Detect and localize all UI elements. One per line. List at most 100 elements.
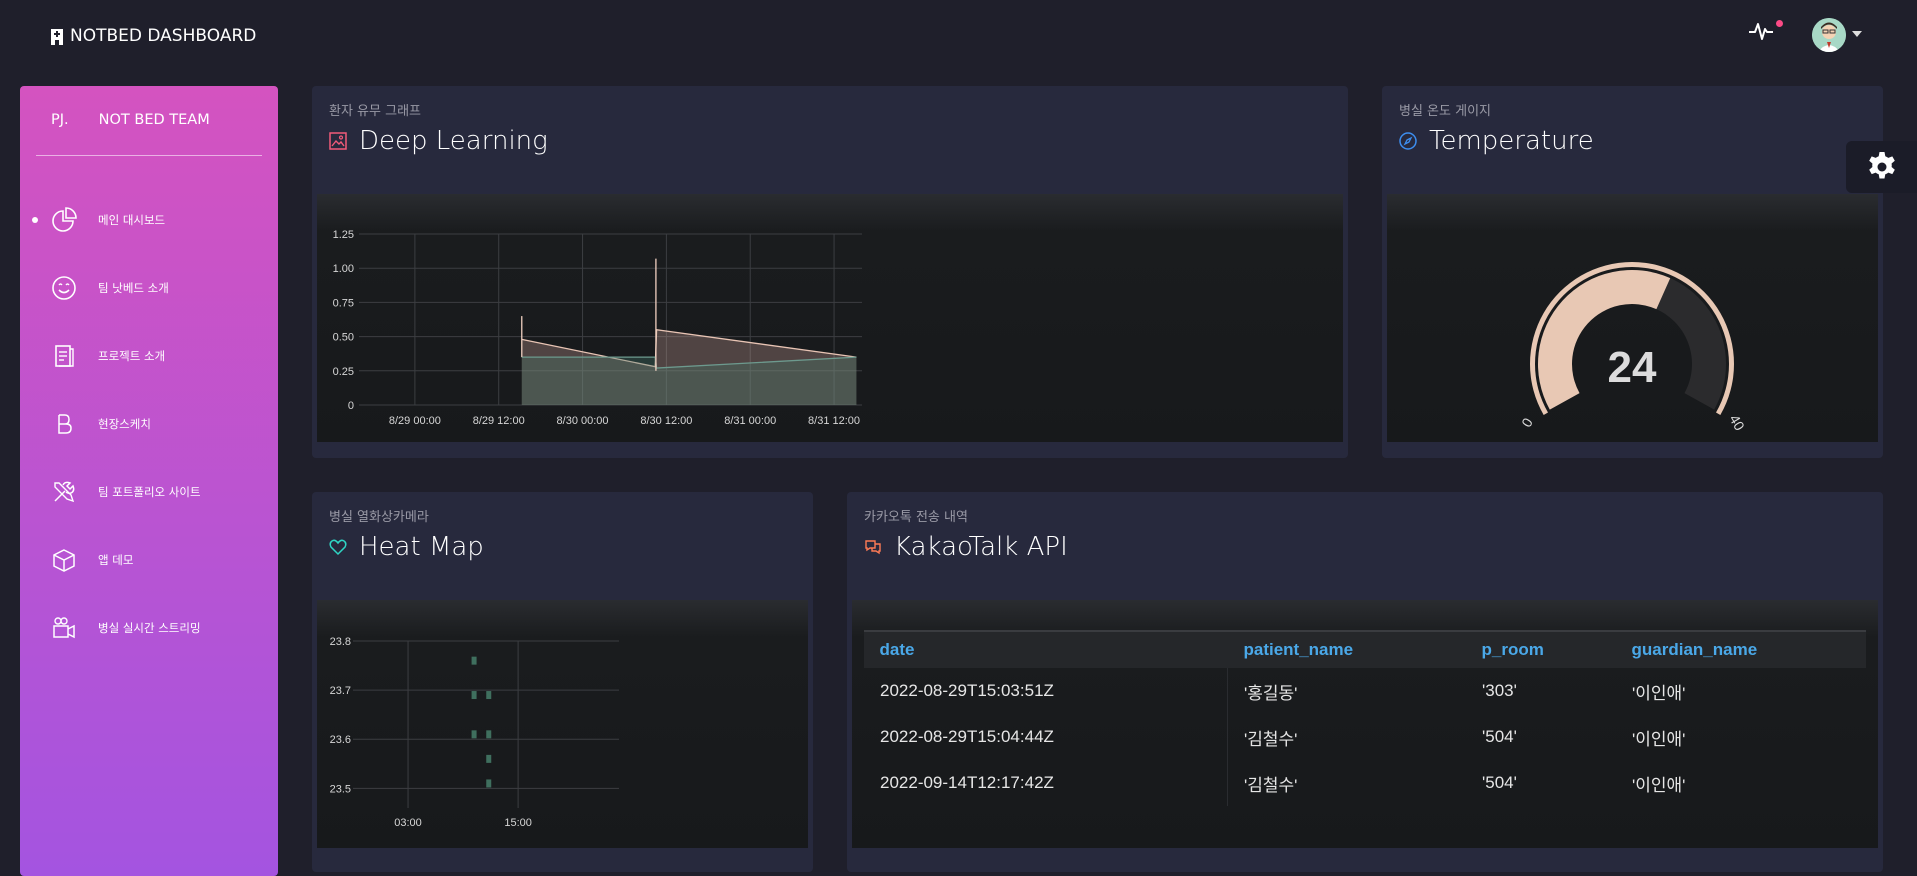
kakao-table: date patient_name p_room guardian_name 2… [863, 630, 1866, 806]
data-point [471, 656, 477, 665]
hospital-icon [51, 29, 63, 45]
card-title: Heat Map [329, 532, 484, 562]
sidebar-item-label: 현장스케치 [98, 417, 151, 431]
y-tick-label: 0.50 [333, 332, 354, 344]
temperature-gauge[interactable]: 24 0 40 [1387, 194, 1878, 442]
x-tick-label: 8/30 12:00 [640, 415, 692, 427]
brand-title: NOTBED DASHBOARD [70, 26, 257, 46]
card-title-text: Temperature [1429, 126, 1594, 156]
x-tick-label: 8/29 12:00 [473, 415, 525, 427]
table-cell: 2022-08-29T15:03:51Z [880, 681, 1054, 700]
table-cell: '이인애' [1632, 683, 1686, 703]
table-row[interactable]: 2022-09-14T12:17:42Z '김철수' '504' '이인애' [864, 760, 1867, 806]
sidebar-item-main-dashboard[interactable]: 메인 대시보드 [20, 186, 278, 254]
table-row[interactable]: 2022-08-29T15:04:44Z '김철수' '504' '이인애' [864, 714, 1867, 760]
pulse-icon[interactable] [1748, 20, 1774, 42]
sidebar-item-label: 팀 포트폴리오 사이트 [98, 485, 201, 499]
gauge-min-label: 0 [1518, 415, 1536, 430]
card-title-text: Heat Map [359, 532, 484, 562]
y-tick-label: 0.75 [333, 297, 354, 309]
column-header-date[interactable]: date [863, 630, 1228, 668]
data-point [471, 730, 477, 739]
chevron-down-icon[interactable] [1852, 31, 1862, 37]
card-subtitle: 병실 열화상카메라 [329, 510, 429, 525]
x-tick-label: 8/29 00:00 [389, 415, 441, 427]
table-header-row: date patient_name p_room guardian_name [863, 630, 1866, 668]
card-title-text: Deep Learning [359, 126, 548, 156]
data-point [486, 730, 492, 739]
table-cell: '504' [1482, 773, 1517, 792]
card-title-text: KakaoTalk API [894, 532, 1068, 562]
sidebar-item-site-sketch[interactable]: 현장스케치 [20, 390, 278, 458]
sidebar-item-project-intro[interactable]: 프로젝트 소개 [20, 322, 278, 390]
sidebar-item-team-intro[interactable]: 팀 낫베드 소개 [20, 254, 278, 322]
smile-icon [50, 274, 78, 302]
table-cell: '홍길동' [1227, 668, 1466, 714]
brand[interactable]: NOTBED DASHBOARD [50, 26, 256, 46]
table-cell: '이인애' [1632, 729, 1686, 749]
sidebar-item-label: 프로젝트 소개 [98, 349, 166, 363]
card-title: KakaoTalk API [864, 532, 1068, 562]
heatmap-panel: 23.5 23.6 23.7 23.8 03:00 15:00 [317, 600, 808, 848]
sidebar-item-label: 메인 대시보드 [98, 213, 166, 227]
sidebar-nav: 메인 대시보드 팀 낫베드 소개 프로젝트 소개 현장스케치 팀 포트폴리오 사… [20, 186, 278, 662]
y-tick-label: 0 [348, 400, 354, 412]
chat-bubbles-icon [864, 538, 882, 556]
y-tick-label: 23.8 [330, 636, 351, 648]
x-tick-label: 03:00 [394, 817, 422, 829]
table-cell: '김철수' [1227, 760, 1466, 806]
data-point [486, 691, 492, 700]
user-avatar-icon [1812, 18, 1846, 52]
video-camera-icon [50, 614, 78, 642]
column-header-guardian-name[interactable]: guardian_name [1615, 630, 1866, 668]
card-title: Temperature [1399, 126, 1594, 156]
data-point [471, 691, 477, 700]
y-tick-label: 0.25 [333, 366, 354, 378]
sidebar-item-label: 팀 낫베드 소개 [98, 281, 169, 295]
chart-panel: 0 0.25 0.50 0.75 1.00 1.25 8/29 00:00 8/29 12:0… [317, 194, 1343, 442]
table-row[interactable]: 2022-08-29T15:03:51Z '홍길동' '303' '이인애' [864, 668, 1867, 714]
gauge-panel: 24 0 40 [1387, 194, 1878, 442]
top-bar: NOTBED DASHBOARD [0, 0, 1917, 75]
gauge-value: 24 [1608, 343, 1657, 392]
y-tick-label: 23.5 [330, 783, 351, 795]
sidebar: PJ. NOT BED TEAM 메인 대시보드 팀 낫베드 소개 프로젝트 소… [20, 86, 278, 876]
sidebar-item-label: 앱 데모 [98, 553, 134, 567]
tools-icon [50, 478, 78, 506]
sidebar-item-streaming[interactable]: 병실 실시간 스트리밍 [20, 594, 278, 662]
sidebar-item-app-demo[interactable]: 앱 데모 [20, 526, 278, 594]
box-icon [50, 546, 78, 574]
notification-dot [1776, 20, 1783, 27]
team-name: NOT BED TEAM [98, 112, 210, 128]
settings-button[interactable] [1846, 141, 1917, 193]
y-tick-label: 23.6 [330, 734, 351, 746]
table-cell: 2022-09-14T12:17:42Z [880, 773, 1054, 792]
card-title: Deep Learning [329, 126, 548, 156]
y-tick-label: 23.7 [330, 685, 351, 697]
table-cell: '303' [1482, 681, 1517, 700]
data-point [486, 754, 492, 763]
compass-icon [1399, 132, 1417, 150]
avatar[interactable] [1812, 18, 1846, 52]
table-cell: '김철수' [1227, 714, 1466, 760]
team-header[interactable]: PJ. NOT BED TEAM [51, 112, 210, 128]
sidebar-item-portfolio[interactable]: 팀 포트폴리오 사이트 [20, 458, 278, 526]
table-cell: 2022-08-29T15:04:44Z [880, 727, 1054, 746]
heat-map-chart[interactable]: 23.5 23.6 23.7 23.8 03:00 15:00 [317, 600, 808, 848]
y-tick-label: 1.00 [333, 263, 354, 275]
column-header-patient-name[interactable]: patient_name [1227, 630, 1466, 668]
deep-learning-chart[interactable]: 0 0.25 0.50 0.75 1.00 1.25 8/29 00:00 8/29 12:0… [317, 194, 1343, 442]
x-tick-label: 15:00 [504, 817, 532, 829]
deep-learning-card: 환자 유무 그래프 Deep Learning 0 0.25 0.50 0.75 1.0… [312, 86, 1348, 458]
active-indicator [32, 217, 38, 223]
image-icon [329, 132, 347, 150]
table-cell: '이인애' [1632, 775, 1686, 795]
card-subtitle: 병실 온도 게이지 [1399, 104, 1491, 119]
x-tick-label: 8/31 12:00 [808, 415, 860, 427]
table-cell: '504' [1482, 727, 1517, 746]
team-prefix: PJ. [51, 112, 69, 128]
heart-icon [329, 538, 347, 556]
gauge-max-label: 40 [1726, 412, 1748, 434]
column-header-p-room[interactable]: p_room [1465, 630, 1616, 668]
card-subtitle: 환자 유무 그래프 [329, 104, 421, 119]
